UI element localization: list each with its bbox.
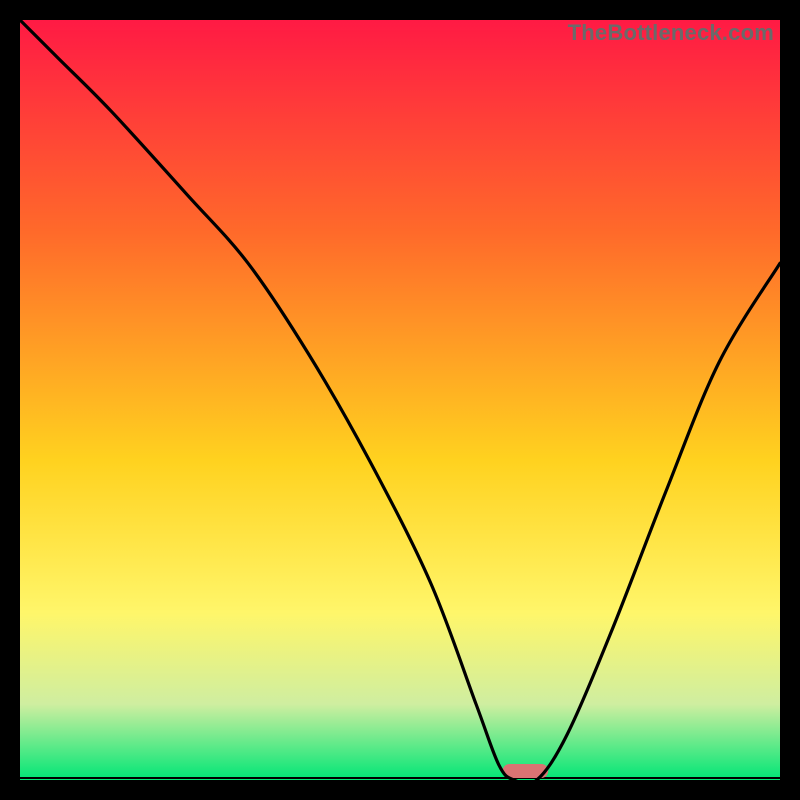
chart-frame: TheBottleneck.com xyxy=(20,20,780,780)
chart-svg xyxy=(20,20,780,780)
watermark-text: TheBottleneck.com xyxy=(568,20,774,46)
